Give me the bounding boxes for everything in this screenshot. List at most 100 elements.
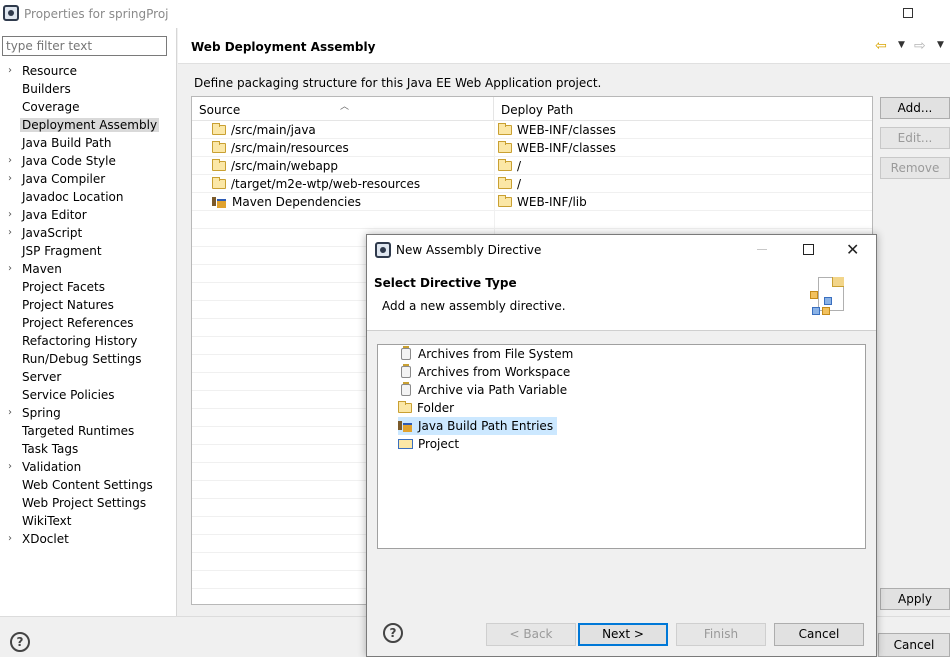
deploy-cell: WEB-INF/classes xyxy=(517,123,616,137)
minimize-icon[interactable] xyxy=(757,249,767,250)
folder-icon xyxy=(212,123,226,135)
main-cancel-button[interactable]: Cancel xyxy=(878,633,950,657)
tree-item-jsp-fragment[interactable]: JSP Fragment xyxy=(0,242,177,260)
table-row[interactable]: /target/m2e-wtp/web-resources / xyxy=(192,175,872,193)
close-icon[interactable]: ✕ xyxy=(846,240,859,259)
apply-button[interactable]: Apply xyxy=(880,588,950,610)
dialog-heading: Select Directive Type xyxy=(374,276,517,290)
tree-item-wikitext[interactable]: WikiText xyxy=(0,512,177,530)
folder-icon xyxy=(498,159,512,171)
chevron-right-icon[interactable]: › xyxy=(8,206,12,224)
dialog-subheading: Add a new assembly directive. xyxy=(382,299,566,313)
tree-item-resource[interactable]: › Resource xyxy=(0,62,177,80)
tree-item-java-compiler[interactable]: › Java Compiler xyxy=(0,170,177,188)
add-button[interactable]: Add... xyxy=(880,97,950,119)
tree-item-service-policies[interactable]: Service Policies xyxy=(0,386,177,404)
tree-item-maven[interactable]: › Maven xyxy=(0,260,177,278)
tree-item-server[interactable]: Server xyxy=(0,368,177,386)
project-icon xyxy=(398,439,413,449)
tree-item-web-project-settings[interactable]: Web Project Settings xyxy=(0,494,177,512)
tree-item-spring[interactable]: › Spring xyxy=(0,404,177,422)
tree-item-validation[interactable]: › Validation xyxy=(0,458,177,476)
filter-input[interactable] xyxy=(2,36,167,56)
folder-icon xyxy=(498,177,512,189)
minimize-icon[interactable] xyxy=(856,6,866,18)
forward-arrow-icon[interactable]: ⇨ xyxy=(914,38,926,54)
column-header-deploy-path[interactable]: Deploy Path xyxy=(494,97,872,121)
maximize-button[interactable] xyxy=(903,8,913,18)
list-item-project[interactable]: Project xyxy=(398,435,463,453)
dialog-button-bar: ? < Back Next > Finish Cancel xyxy=(367,613,876,653)
source-cell: Maven Dependencies xyxy=(232,195,362,209)
tree-item-project-references[interactable]: Project References xyxy=(0,314,177,332)
folder-icon xyxy=(498,123,512,135)
jar-icon xyxy=(401,382,411,396)
chevron-down-icon[interactable]: ▼ xyxy=(898,40,905,50)
list-item-folder[interactable]: Folder xyxy=(398,399,458,417)
tree-item-java-editor[interactable]: › Java Editor xyxy=(0,206,177,224)
dialog-cancel-button[interactable]: Cancel xyxy=(774,623,864,646)
tree-item-project-natures[interactable]: Project Natures xyxy=(0,296,177,314)
tree-item-java-code-style[interactable]: › Java Code Style xyxy=(0,152,177,170)
folder-icon xyxy=(212,177,226,189)
finish-button[interactable]: Finish xyxy=(676,623,766,646)
dialog-title: New Assembly Directive xyxy=(396,243,542,257)
deploy-cell: / xyxy=(517,177,522,191)
chevron-right-icon[interactable]: › xyxy=(8,224,12,242)
help-icon[interactable]: ? xyxy=(10,632,30,652)
list-item-archive-path-variable[interactable]: Archive via Path Variable xyxy=(398,381,571,399)
source-cell: /src/main/resources xyxy=(231,141,349,155)
list-item-java-build-path-entries[interactable]: Java Build Path Entries xyxy=(398,417,558,435)
eclipse-app-icon xyxy=(375,242,391,258)
chevron-right-icon[interactable]: › xyxy=(8,62,12,80)
eclipse-app-icon xyxy=(3,5,19,21)
source-cell: /target/m2e-wtp/web-resources xyxy=(231,177,421,191)
chevron-down-icon[interactable]: ▼ xyxy=(937,40,944,50)
table-row[interactable]: /src/main/resources WEB-INF/classes xyxy=(192,139,872,157)
deploy-cell: / xyxy=(517,159,522,173)
tree-item-coverage[interactable]: Coverage xyxy=(0,98,177,116)
properties-nav-pane: ›Resource Builders Coverage Deployment A… xyxy=(0,28,177,616)
back-button[interactable]: < Back xyxy=(486,623,576,646)
tree-item-project-facets[interactable]: Project Facets xyxy=(0,278,177,296)
chevron-right-icon[interactable]: › xyxy=(8,404,12,422)
back-arrow-icon[interactable]: ⇦ xyxy=(875,38,887,54)
edit-button[interactable]: Edit... xyxy=(880,127,950,149)
tree-item-builders[interactable]: Builders xyxy=(0,80,177,98)
tree-item-deployment-assembly[interactable]: Deployment Assembly xyxy=(0,116,177,134)
chevron-right-icon[interactable]: › xyxy=(8,152,12,170)
chevron-right-icon[interactable]: › xyxy=(8,260,12,278)
chevron-right-icon[interactable]: › xyxy=(8,530,12,548)
window-titlebar: Properties for springProj xyxy=(0,0,950,28)
table-row[interactable]: /src/main/webapp / xyxy=(192,157,872,175)
tree-item-javadoc-location[interactable]: Javadoc Location xyxy=(0,188,177,206)
sort-up-icon: ︿ xyxy=(340,102,350,112)
tree-item-xdoclet[interactable]: › XDoclet xyxy=(0,530,177,548)
tree-item-run-debug-settings[interactable]: Run/Debug Settings xyxy=(0,350,177,368)
library-icon xyxy=(398,420,413,432)
folder-icon xyxy=(498,141,512,153)
table-row[interactable]: /src/main/java WEB-INF/classes xyxy=(192,121,872,139)
source-cell: /src/main/java xyxy=(231,123,316,137)
tree-item-java-build-path[interactable]: Java Build Path xyxy=(0,134,177,152)
new-assembly-directive-dialog: New Assembly Directive ✕ Select Directiv… xyxy=(366,234,877,657)
tree-item-task-tags[interactable]: Task Tags xyxy=(0,440,177,458)
tree-item-targeted-runtimes[interactable]: Targeted Runtimes xyxy=(0,422,177,440)
properties-tree: › Resource Builders Coverage Deployment A… xyxy=(0,62,177,548)
folder-icon xyxy=(398,401,412,413)
chevron-right-icon[interactable]: › xyxy=(8,170,12,188)
tree-item-refactoring-history[interactable]: Refactoring History xyxy=(0,332,177,350)
chevron-right-icon[interactable]: › xyxy=(8,458,12,476)
source-cell: /src/main/webapp xyxy=(231,159,339,173)
tree-item-web-content-settings[interactable]: Web Content Settings xyxy=(0,476,177,494)
list-item-archives-file-system[interactable]: Archives from File System xyxy=(398,345,577,363)
table-row[interactable]: Maven Dependencies WEB-INF/lib xyxy=(192,193,872,211)
help-icon[interactable]: ? xyxy=(383,623,403,643)
list-item-archives-workspace[interactable]: Archives from Workspace xyxy=(398,363,574,381)
tree-item-javascript[interactable]: › JavaScript xyxy=(0,224,177,242)
maximize-icon[interactable] xyxy=(803,244,814,255)
column-header-source[interactable]: Source ︿ xyxy=(192,97,494,121)
page-title: Web Deployment Assembly xyxy=(191,40,376,54)
remove-button[interactable]: Remove xyxy=(880,157,950,179)
next-button[interactable]: Next > xyxy=(578,623,668,646)
